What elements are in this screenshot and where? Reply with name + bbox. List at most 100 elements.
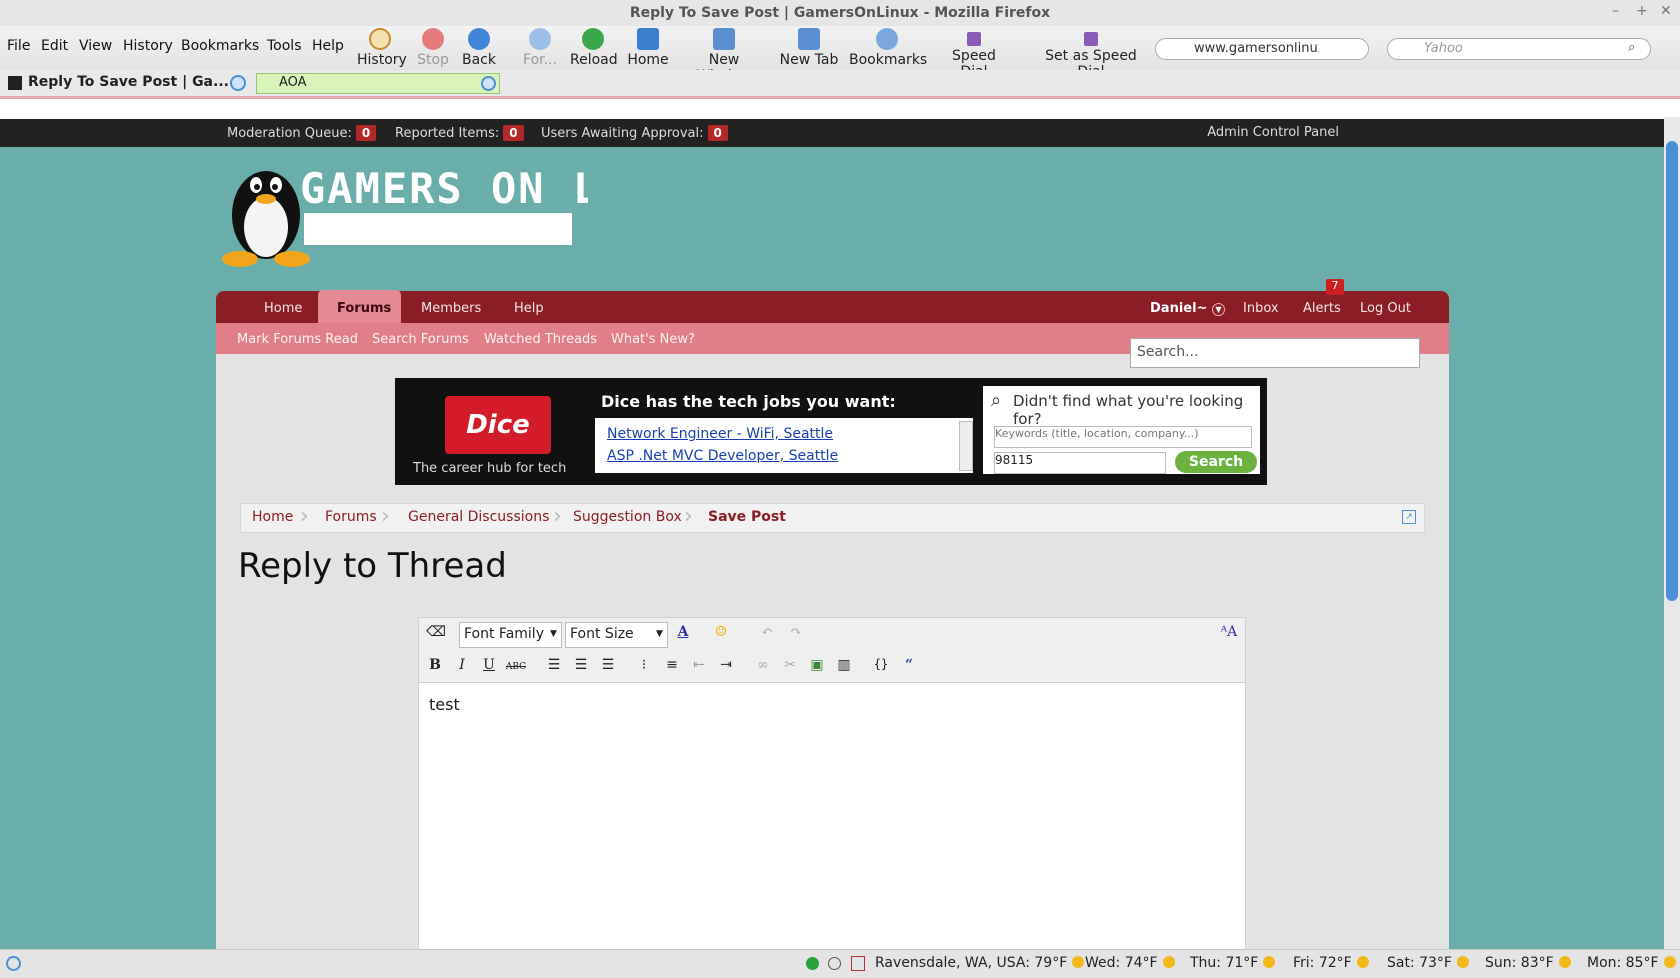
strikethrough-icon[interactable]: ABC xyxy=(505,657,527,677)
smiley-icon[interactable]: ☺ xyxy=(710,624,732,644)
partly-cloudy-icon xyxy=(1263,956,1276,968)
url-bar[interactable]: www.gamersonlinux xyxy=(1155,38,1369,60)
menu-file[interactable]: File xyxy=(7,38,30,54)
weather-forecast-day[interactable]: Thu: 71°F xyxy=(1190,955,1276,971)
link-icon[interactable]: ∞ xyxy=(752,657,774,677)
watched-threads-link[interactable]: Watched Threads xyxy=(484,332,597,347)
bullet-list-icon[interactable]: ⁝ xyxy=(633,657,655,677)
ad-keywords-input[interactable]: Keywords (title, location, company...) xyxy=(994,426,1252,448)
minimize-icon[interactable]: – xyxy=(1612,3,1619,19)
undo-icon[interactable]: ↶ xyxy=(756,624,778,644)
stop-icon xyxy=(422,28,444,50)
numbered-list-icon[interactable]: ≡ xyxy=(661,657,683,677)
font-family-select[interactable]: Font Family ▼ xyxy=(459,622,562,648)
breadcrumb-separator: › xyxy=(300,504,309,529)
home-button[interactable]: Home xyxy=(627,28,669,68)
ad-list-scrollbar[interactable] xyxy=(959,421,973,471)
new-tab-button[interactable]: New Tab xyxy=(779,28,839,68)
ad-search-button[interactable]: Search xyxy=(1175,451,1257,473)
bookmarks-button[interactable]: Bookmarks xyxy=(849,28,927,68)
menu-help[interactable]: Help xyxy=(312,38,344,54)
back-arrow-icon xyxy=(468,28,490,50)
nav-inbox[interactable]: Inbox xyxy=(1243,301,1279,316)
weather-current[interactable]: Ravensdale, WA, USA: 79°F xyxy=(875,955,1085,971)
tab-active[interactable]: Reply To Save Post | Ga... xyxy=(4,72,248,94)
site-logo[interactable]: GAMERS ON LINUX xyxy=(218,155,707,273)
breadcrumb-separator: › xyxy=(553,504,562,529)
text-size-toggle-icon[interactable]: ᴬA xyxy=(1218,624,1240,644)
nav-tab-members[interactable]: Members xyxy=(421,301,481,316)
mark-forums-read-link[interactable]: Mark Forums Read xyxy=(237,332,358,347)
online-status-icon xyxy=(806,957,819,970)
weather-forecast-day[interactable]: Sun: 83°F xyxy=(1485,955,1571,971)
menu-edit[interactable]: Edit xyxy=(41,38,68,54)
breadcrumb-suggestion-box[interactable]: Suggestion Box xyxy=(573,509,682,525)
unlink-icon[interactable]: ✂ xyxy=(779,657,801,677)
breadcrumb-save-post[interactable]: Save Post xyxy=(708,509,786,525)
image-icon[interactable]: ▣ xyxy=(806,657,828,677)
breadcrumb-general-discussions[interactable]: General Discussions xyxy=(408,509,549,525)
breadcrumb-home[interactable]: Home xyxy=(252,509,293,525)
search-forums-link[interactable]: Search Forums xyxy=(372,332,469,347)
indent-icon[interactable]: ⇥ xyxy=(715,657,737,677)
dice-advertisement[interactable]: Dice The career hub for tech Dice has th… xyxy=(395,378,1267,485)
media-icon[interactable]: ▥ xyxy=(833,657,855,677)
nav-tab-forums[interactable]: Forums xyxy=(318,290,401,324)
history-button[interactable]: History xyxy=(357,28,407,68)
weather-forecast-day[interactable]: Fri: 72°F xyxy=(1293,955,1369,971)
menu-history[interactable]: History xyxy=(123,38,173,54)
ad-zip-input[interactable]: 98115 xyxy=(994,452,1166,474)
web-search-box[interactable]: Yahoo ⌕ xyxy=(1387,38,1651,60)
stop-button[interactable]: Stop xyxy=(415,28,451,68)
eraser-icon[interactable]: ⌫ xyxy=(425,624,447,644)
outdent-icon[interactable]: ⇤ xyxy=(688,657,710,677)
ad-job-link[interactable]: Network Engineer - WiFi, Seattle xyxy=(607,426,833,442)
redo-icon[interactable]: ↷ xyxy=(785,624,807,644)
close-icon[interactable]: ✕ xyxy=(1660,3,1672,19)
nav-tab-help[interactable]: Help xyxy=(514,301,544,316)
dice-logo[interactable]: Dice xyxy=(445,396,551,454)
forward-button[interactable]: For... xyxy=(520,28,560,68)
bold-icon[interactable]: B xyxy=(424,657,446,677)
back-button[interactable]: Back xyxy=(460,28,498,68)
reload-button[interactable]: Reload xyxy=(570,28,618,68)
menu-view[interactable]: View xyxy=(79,38,112,54)
text-color-icon[interactable]: A xyxy=(672,624,694,644)
nav-alerts[interactable]: Alerts xyxy=(1303,301,1341,316)
external-link-icon[interactable]: ↗ xyxy=(1402,510,1416,524)
ad-question: Didn't find what you're looking for? xyxy=(1013,392,1244,428)
menu-bookmarks[interactable]: Bookmarks xyxy=(181,38,259,54)
moderation-queue-link[interactable]: Moderation Queue: 0 xyxy=(227,125,377,141)
align-left-icon[interactable]: ☰ xyxy=(543,657,565,677)
font-size-select[interactable]: Font Size ▼ xyxy=(565,622,668,648)
breadcrumb-forums[interactable]: Forums xyxy=(325,509,377,525)
ad-job-link[interactable]: ASP .Net MVC Developer, Seattle xyxy=(607,448,838,464)
user-menu[interactable]: Daniel~ ▼ xyxy=(1150,301,1225,316)
nav-logout[interactable]: Log Out xyxy=(1360,301,1411,316)
italic-icon[interactable]: I xyxy=(451,657,473,677)
weather-forecast-day[interactable]: Sat: 73°F xyxy=(1387,955,1469,971)
bookmarks-icon xyxy=(876,28,898,50)
nav-tab-home[interactable]: Home xyxy=(264,301,302,316)
quote-icon[interactable]: “ xyxy=(898,657,920,677)
magnifier-icon: ⌕ xyxy=(991,390,1002,411)
sun-icon xyxy=(1072,956,1085,968)
weather-forecast-day[interactable]: Mon: 85°F xyxy=(1587,955,1676,971)
align-center-icon[interactable]: ☰ xyxy=(570,657,592,677)
whats-new-link[interactable]: What's New? xyxy=(611,332,695,347)
users-awaiting-link[interactable]: Users Awaiting Approval: 0 xyxy=(541,125,728,141)
scrollbar-thumb[interactable] xyxy=(1666,141,1678,601)
reported-items-link[interactable]: Reported Items: 0 xyxy=(395,125,524,141)
editor-content[interactable]: test xyxy=(429,695,460,714)
magnifier-icon[interactable]: ⌕ xyxy=(1628,40,1635,55)
forum-search-input[interactable]: Search... xyxy=(1130,338,1420,368)
tab-aoa[interactable]: AOA xyxy=(256,73,500,94)
align-right-icon[interactable]: ☰ xyxy=(597,657,619,677)
menu-tools[interactable]: Tools xyxy=(267,38,302,54)
code-icon[interactable]: {} xyxy=(870,657,892,677)
underline-icon[interactable]: U xyxy=(478,657,500,677)
url-text[interactable]: www.gamersonlinux xyxy=(1194,41,1319,56)
weather-forecast-day[interactable]: Wed: 74°F xyxy=(1085,955,1175,971)
admin-control-panel-link[interactable]: Admin Control Panel xyxy=(1207,125,1339,140)
maximize-icon[interactable]: + xyxy=(1636,3,1648,19)
